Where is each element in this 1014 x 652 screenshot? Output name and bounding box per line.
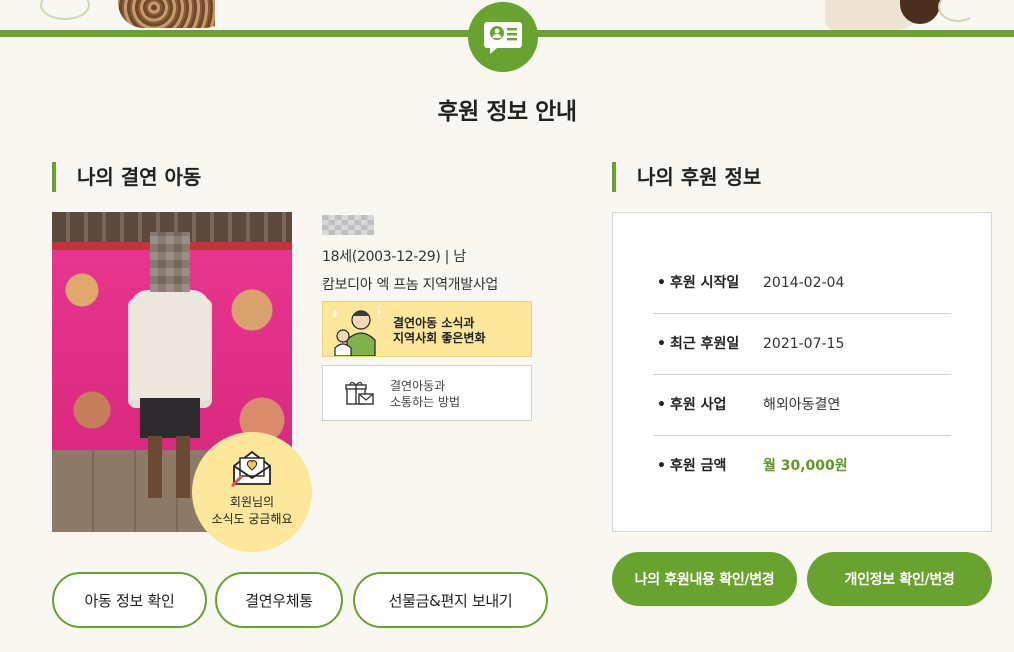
sponsor-start-label: 후원 시작일 bbox=[657, 253, 739, 314]
sponsor-manage-button[interactable]: 나의 후원내용 확인/변경 bbox=[612, 552, 797, 606]
sponsor-amount-value: 월 30,000원 bbox=[763, 458, 848, 474]
page-title: 후원 정보 안내 bbox=[437, 99, 577, 125]
recent-sponsor-value: 2021-07-15 bbox=[763, 336, 845, 352]
child-news-card[interactable]: 결연아동 소식과 지역사회 좋은변화 bbox=[322, 301, 532, 357]
child-section-heading: 나의 결연 아동 bbox=[52, 162, 201, 192]
envelope-heart-icon bbox=[230, 450, 271, 488]
personal-info-button[interactable]: 개인정보 확인/변경 bbox=[807, 552, 992, 606]
post-box-button[interactable]: 결연우체통 bbox=[215, 572, 343, 628]
child-age-gender: 18세(2003-12-29) | 남 bbox=[322, 249, 466, 265]
news-bubble-line1: 회원님의 bbox=[229, 495, 275, 509]
contact-method-card[interactable]: 결연아동과 소통하는 방법 bbox=[322, 365, 532, 421]
child-info-button[interactable]: 아동 정보 확인 bbox=[52, 572, 207, 628]
sponsor-start-row: 후원 시작일 2014-02-04 bbox=[653, 253, 951, 314]
profile-card-icon bbox=[468, 2, 538, 72]
banner-image-right bbox=[820, 0, 970, 30]
sponsor-info-box: 후원 시작일 2014-02-04 최근 후원일 2021-07-15 후원 사… bbox=[612, 212, 992, 532]
sponsor-program-row: 후원 사업 해외아동결연 bbox=[653, 375, 951, 436]
gift-mail-icon bbox=[345, 381, 374, 405]
sponsor-start-value: 2014-02-04 bbox=[763, 275, 845, 291]
news-card-line1: 결연아동 소식과 bbox=[393, 316, 475, 330]
blurred-face bbox=[150, 232, 190, 292]
news-card-line2: 지역사회 좋은변화 bbox=[393, 331, 486, 345]
sponsor-program-value: 해외아동결연 bbox=[763, 397, 841, 413]
news-bubble-line2: 소식도 궁금해요 bbox=[211, 512, 293, 526]
sponsor-program-label: 후원 사업 bbox=[657, 375, 726, 436]
banner-image-left bbox=[40, 0, 215, 30]
recent-sponsor-label: 최근 후원일 bbox=[657, 314, 739, 375]
child-illustration-icon bbox=[333, 309, 381, 356]
gift-letter-button[interactable]: 선물금&편지 보내기 bbox=[353, 572, 548, 628]
member-news-button[interactable]: 회원님의 소식도 궁금해요 bbox=[192, 432, 312, 552]
child-name-blurred bbox=[322, 215, 374, 235]
contact-card-line2: 소통하는 방법 bbox=[390, 395, 461, 409]
sponsor-amount-row: 후원 금액 월 30,000원 bbox=[653, 436, 951, 497]
sponsor-section-heading: 나의 후원 정보 bbox=[612, 162, 761, 192]
sponsor-amount-label: 후원 금액 bbox=[657, 436, 726, 497]
contact-card-line1: 결연아동과 bbox=[390, 379, 446, 393]
recent-sponsor-row: 최근 후원일 2021-07-15 bbox=[653, 314, 951, 375]
child-project: 캄보디아 엑 프놈 지역개발사업 bbox=[322, 277, 498, 293]
